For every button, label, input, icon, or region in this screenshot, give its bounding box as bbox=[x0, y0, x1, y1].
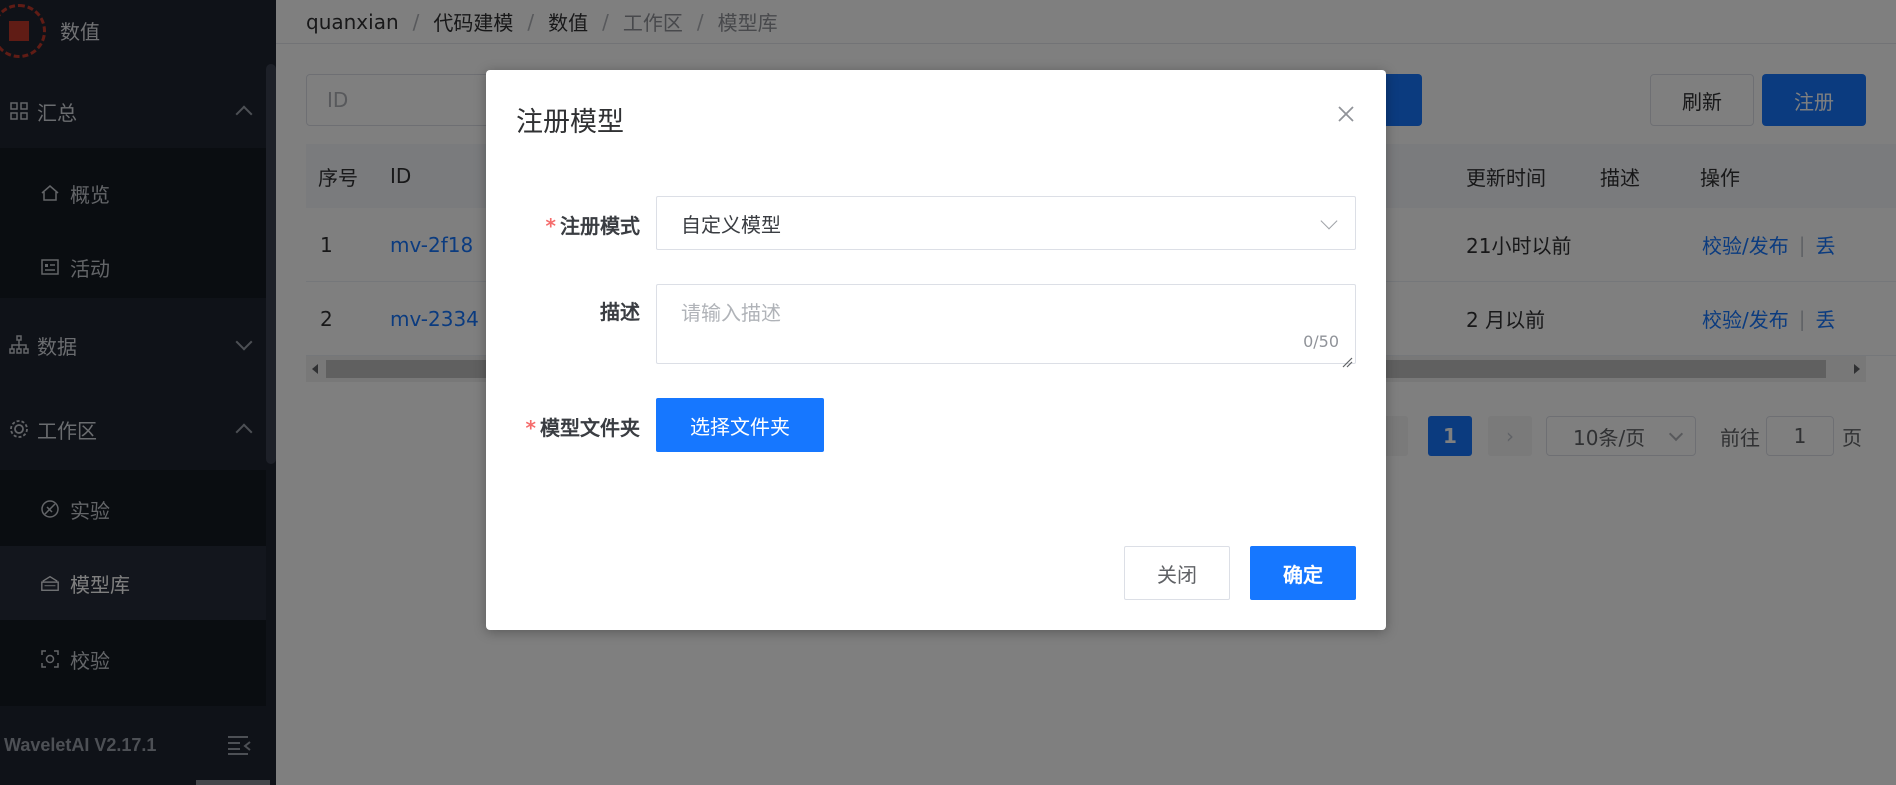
required-mark: * bbox=[525, 416, 536, 440]
register-model-dialog: 注册模型 * 注册模式 自定义模型 描述 请输入描述 0/50 * 模型文件夹 选择… bbox=[486, 70, 1386, 630]
folder-field-label: * 模型文件夹 bbox=[526, 412, 640, 441]
close-button[interactable]: 关闭 bbox=[1124, 546, 1230, 600]
resize-handle-icon[interactable] bbox=[1341, 349, 1353, 368]
select-folder-button[interactable]: 选择文件夹 bbox=[656, 398, 824, 452]
close-icon[interactable] bbox=[1336, 104, 1356, 124]
char-counter: 0/50 bbox=[1303, 332, 1339, 351]
chevron-down-icon bbox=[1320, 212, 1338, 230]
required-mark: * bbox=[545, 214, 556, 238]
description-placeholder: 请输入描述 bbox=[681, 301, 781, 325]
register-mode-select[interactable]: 自定义模型 bbox=[656, 196, 1356, 250]
desc-field-label: 描述 bbox=[600, 296, 640, 325]
folder-label-text: 模型文件夹 bbox=[540, 416, 640, 440]
register-mode-value: 自定义模型 bbox=[681, 212, 781, 237]
mode-field-label: * 注册模式 bbox=[546, 210, 640, 239]
mode-label-text: 注册模式 bbox=[560, 214, 640, 238]
description-textarea[interactable]: 请输入描述 0/50 bbox=[656, 284, 1356, 368]
desc-label-text: 描述 bbox=[600, 300, 640, 324]
dialog-title: 注册模型 bbox=[516, 107, 624, 138]
confirm-button[interactable]: 确定 bbox=[1250, 546, 1356, 600]
